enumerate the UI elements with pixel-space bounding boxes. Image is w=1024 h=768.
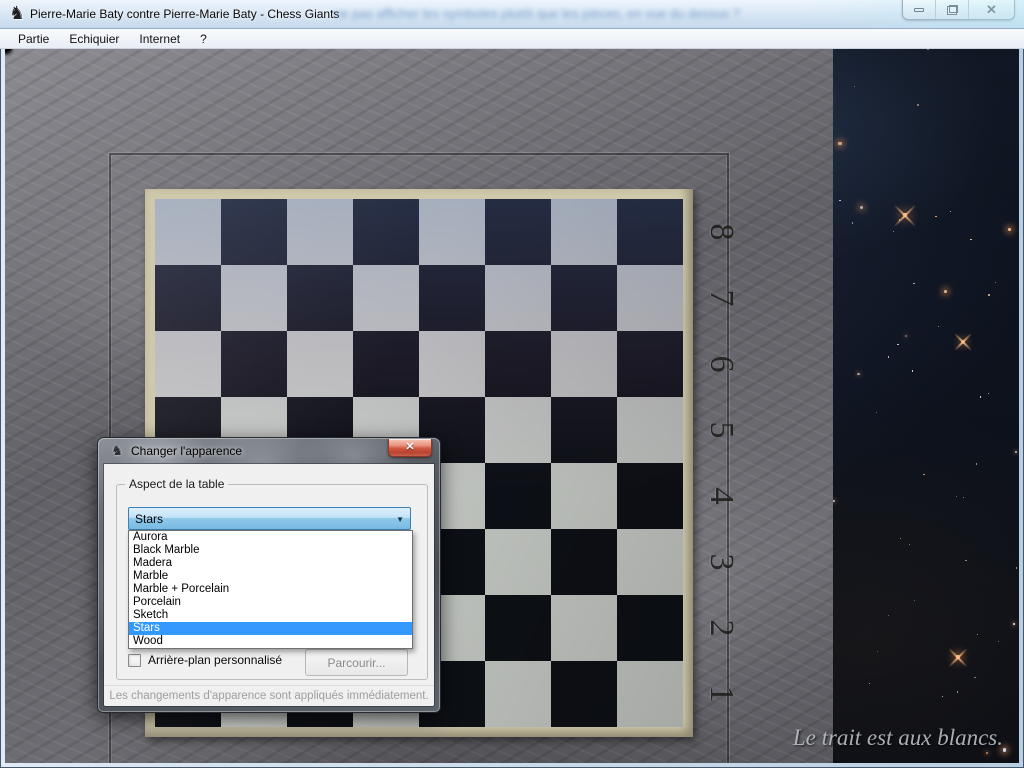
group-label: Aspect de la table xyxy=(125,477,228,491)
combobox-value: Stars xyxy=(135,512,163,526)
menu-item-internet[interactable]: Internet xyxy=(129,30,190,48)
appearance-dialog: ♞ Changer l'apparence ✕ Aspect de la tab… xyxy=(98,438,440,712)
close-icon: ✕ xyxy=(986,3,997,16)
minimize-button[interactable] xyxy=(903,0,936,19)
chess-piece-white-rook[interactable]: ♜ xyxy=(5,49,12,51)
chevron-down-icon: ▼ xyxy=(396,515,404,524)
checkbox-label[interactable]: Arrière-plan personnalisé xyxy=(148,653,282,667)
app-window: ♞ Pierre-Marie Baty contre Pierre-Marie … xyxy=(0,0,1024,768)
dropdown-option-stars[interactable]: Stars xyxy=(129,622,412,635)
dialog-close-button[interactable]: ✕ xyxy=(388,439,432,457)
custom-background-checkbox[interactable] xyxy=(128,654,141,667)
browse-button[interactable]: Parcourir... xyxy=(305,649,408,676)
restore-icon xyxy=(947,5,958,15)
close-icon: ✕ xyxy=(405,442,414,453)
window-title: Pierre-Marie Baty contre Pierre-Marie Ba… xyxy=(30,7,339,21)
table-appearance-combobox[interactable]: Stars ▼ xyxy=(128,507,411,530)
dialog-knight-icon: ♞ xyxy=(111,443,124,459)
dropdown-option-marble[interactable]: Marble xyxy=(129,570,412,583)
dialog-title-bar[interactable]: ♞ Changer l'apparence ✕ xyxy=(98,438,440,464)
menu-item-echiquier[interactable]: Echiquier xyxy=(59,30,129,48)
app-knight-icon: ♞ xyxy=(9,4,25,24)
turn-status-text: Le trait est aux blancs. xyxy=(793,725,1003,751)
title-bar[interactable]: ♞ Pierre-Marie Baty contre Pierre-Marie … xyxy=(0,0,1024,29)
blurred-background-text: ne pas afficher les symboles plutôt que … xyxy=(334,6,934,21)
dialog-status-text: Les changements d'apparence sont appliqu… xyxy=(104,685,434,706)
minimize-icon xyxy=(914,8,924,12)
dropdown-option-wood[interactable]: Wood xyxy=(129,635,412,648)
dropdown-option-aurora[interactable]: Aurora xyxy=(129,531,412,544)
dropdown-option-porcelain[interactable]: Porcelain xyxy=(129,596,412,609)
close-button[interactable]: ✕ xyxy=(969,0,1014,19)
dropdown-option-black-marble[interactable]: Black Marble xyxy=(129,544,412,557)
dialog-title: Changer l'apparence xyxy=(131,444,242,458)
menu-item-partie[interactable]: Partie xyxy=(8,30,59,48)
dropdown-option-madera[interactable]: Madera xyxy=(129,557,412,570)
restore-button[interactable] xyxy=(936,0,969,19)
dropdown-option-marble-porcelain[interactable]: Marble + Porcelain xyxy=(129,583,412,596)
dialog-client-area: Aspect de la table Stars ▼ AuroraBlack M… xyxy=(104,464,434,706)
window-controls: ✕ xyxy=(902,0,1015,20)
menu-item-help[interactable]: ? xyxy=(190,30,217,48)
custom-background-row: Arrière-plan personnalisé xyxy=(128,653,282,667)
appearance-dropdown-list[interactable]: AuroraBlack MarbleMaderaMarbleMarble + P… xyxy=(128,530,413,649)
dropdown-option-sketch[interactable]: Sketch xyxy=(129,609,412,622)
menu-bar: Partie Echiquier Internet ? xyxy=(0,29,1024,49)
